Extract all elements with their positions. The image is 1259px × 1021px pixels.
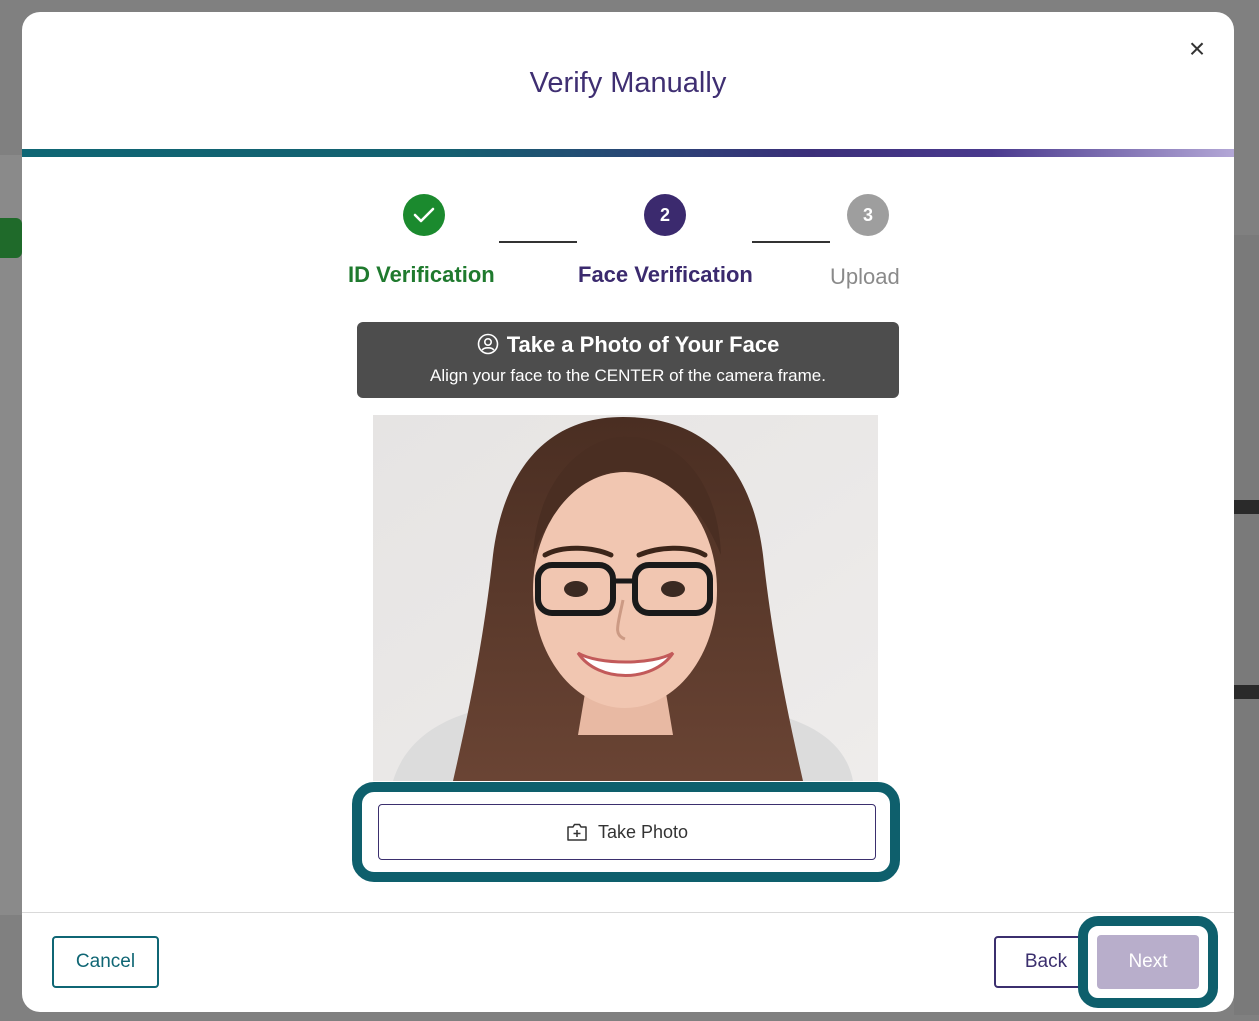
step-3-indicator: 3 <box>847 194 889 236</box>
footer-divider <box>22 912 1234 913</box>
checkmark-icon <box>413 207 435 223</box>
step-2-label: Face Verification <box>578 262 753 287</box>
captured-face-photo <box>373 415 878 781</box>
background-right-divider <box>1234 685 1259 699</box>
banner-subtitle: Align your face to the CENTER of the cam… <box>430 366 826 385</box>
next-button[interactable]: Next <box>1097 935 1199 989</box>
background-right-panel <box>1234 235 1259 1015</box>
user-circle-icon <box>477 333 499 361</box>
modal-title: Verify Manually <box>529 67 727 99</box>
verify-manually-modal: Verify Manually × ID Verification 2 Face… <box>22 12 1234 1012</box>
take-photo-button[interactable]: Take Photo <box>378 804 876 860</box>
step-2-indicator: 2 <box>644 194 686 236</box>
step-3-label: Upload <box>830 264 900 289</box>
modal-header: Verify Manually × <box>22 12 1234 149</box>
banner-title-row: Take a Photo of Your Face <box>357 332 899 361</box>
step-1-label: ID Verification <box>348 262 495 287</box>
take-photo-label: Take Photo <box>597 822 689 842</box>
close-icon: × <box>1188 33 1206 64</box>
background-left-panel <box>0 155 22 915</box>
instruction-banner: Take a Photo of Your Face Align your fac… <box>357 322 899 398</box>
background-right-divider <box>1234 500 1259 514</box>
background-green-tab <box>0 218 22 258</box>
face-photo-illustration <box>373 415 878 781</box>
step-1-complete-icon <box>403 194 445 236</box>
step-connector <box>499 241 577 243</box>
cancel-button[interactable]: Cancel <box>52 936 159 988</box>
header-gradient-bar <box>22 149 1234 157</box>
step-connector <box>752 241 830 243</box>
close-button[interactable]: × <box>1182 34 1212 64</box>
banner-title: Take a Photo of Your Face <box>506 332 780 357</box>
camera-plus-icon <box>566 809 588 863</box>
